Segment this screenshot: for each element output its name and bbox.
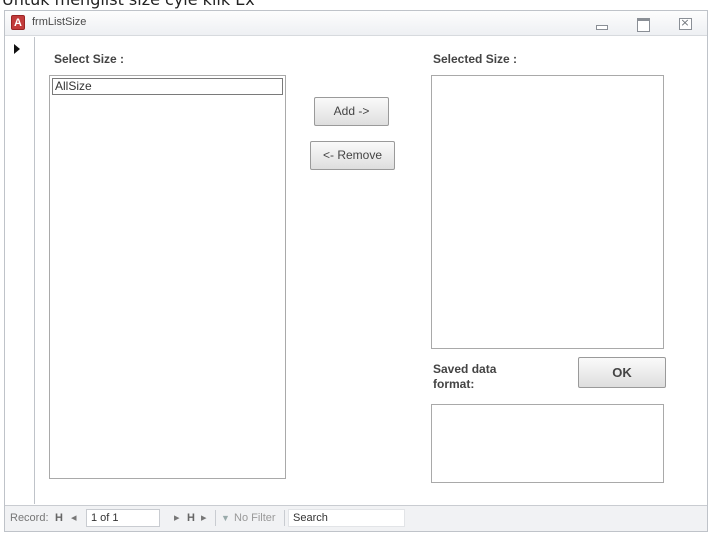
record-label: Record: <box>10 512 49 524</box>
caption-label: Untuk menglist size cyle klik Ex <box>2 0 255 9</box>
selected-size-listbox[interactable] <box>431 75 664 349</box>
minimize-button[interactable] <box>593 17 609 30</box>
form-detail: Select Size : AllSize Add -> <- Remove S… <box>36 37 707 504</box>
next-record-button[interactable]: ▸ <box>174 511 180 525</box>
previous-record-button[interactable]: ◂ <box>71 511 77 525</box>
nav-divider <box>284 510 285 526</box>
add-button[interactable]: Add -> <box>314 97 389 126</box>
form-window: A frmListSize Select Size : AllSize Add … <box>4 10 708 532</box>
search-box[interactable]: Search <box>288 509 405 527</box>
first-record-button[interactable]: H <box>55 511 63 525</box>
nav-divider <box>215 510 216 526</box>
title-bar: A frmListSize <box>5 11 707 36</box>
select-size-listbox[interactable]: AllSize <box>49 75 286 479</box>
current-record-arrow-icon <box>14 44 20 54</box>
remove-button[interactable]: <- Remove <box>310 141 395 170</box>
current-record-field[interactable]: 1 of 1 <box>86 509 160 527</box>
maximize-button[interactable] <box>635 17 651 32</box>
close-button[interactable] <box>677 16 693 30</box>
record-selector[interactable] <box>5 37 35 504</box>
record-navigation-bar: Record: H ◂ 1 of 1 ▸ H ▸ ▼ No Filter Sea… <box>5 505 707 531</box>
access-app-icon: A <box>11 15 25 30</box>
list-item[interactable]: AllSize <box>52 78 283 95</box>
select-size-label: Select Size : <box>54 52 125 66</box>
window-title: frmListSize <box>32 16 87 28</box>
selected-size-label: Selected Size : <box>433 52 518 66</box>
no-filter-button[interactable]: No Filter <box>234 511 276 525</box>
new-record-button[interactable]: ▸ <box>201 511 207 525</box>
filter-icon: ▼ <box>221 513 230 523</box>
ok-button[interactable]: OK <box>578 357 666 388</box>
last-record-button[interactable]: H <box>187 511 195 525</box>
saved-data-format-textbox[interactable] <box>431 404 664 483</box>
saved-data-format-label: Saved data format: <box>433 362 497 391</box>
